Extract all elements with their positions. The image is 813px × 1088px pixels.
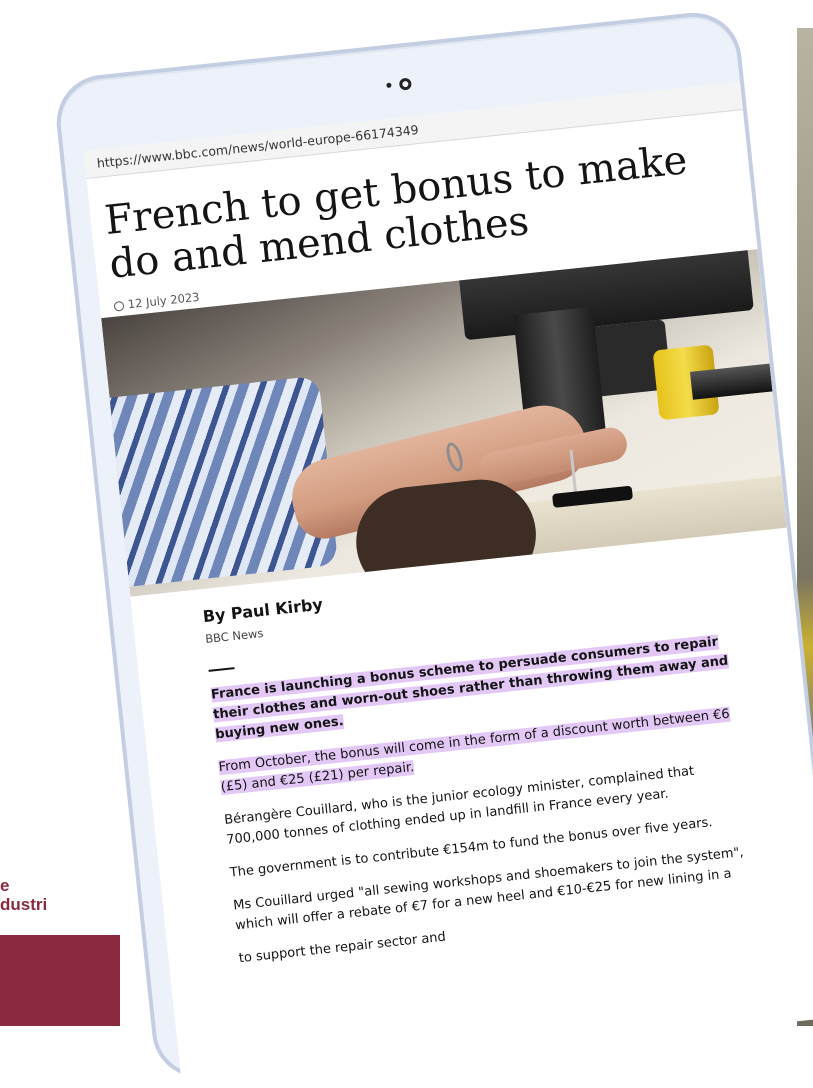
tablet-screen[interactable]: https://www.bbc.com/news/world-europe-66… (83, 82, 813, 1086)
byline-divider (208, 667, 235, 672)
tablet-device: https://www.bbc.com/news/world-europe-66… (52, 8, 813, 1086)
sensor-dot-icon (385, 82, 392, 89)
url-text[interactable]: https://www.bbc.com/news/world-europe-66… (96, 122, 419, 171)
background-text: e dustri (0, 876, 48, 914)
background-band (0, 935, 120, 1026)
camera-lens-icon (398, 77, 412, 91)
article-body: By Paul Kirby BBC News France is launchi… (130, 528, 813, 977)
clock-icon (113, 300, 125, 312)
